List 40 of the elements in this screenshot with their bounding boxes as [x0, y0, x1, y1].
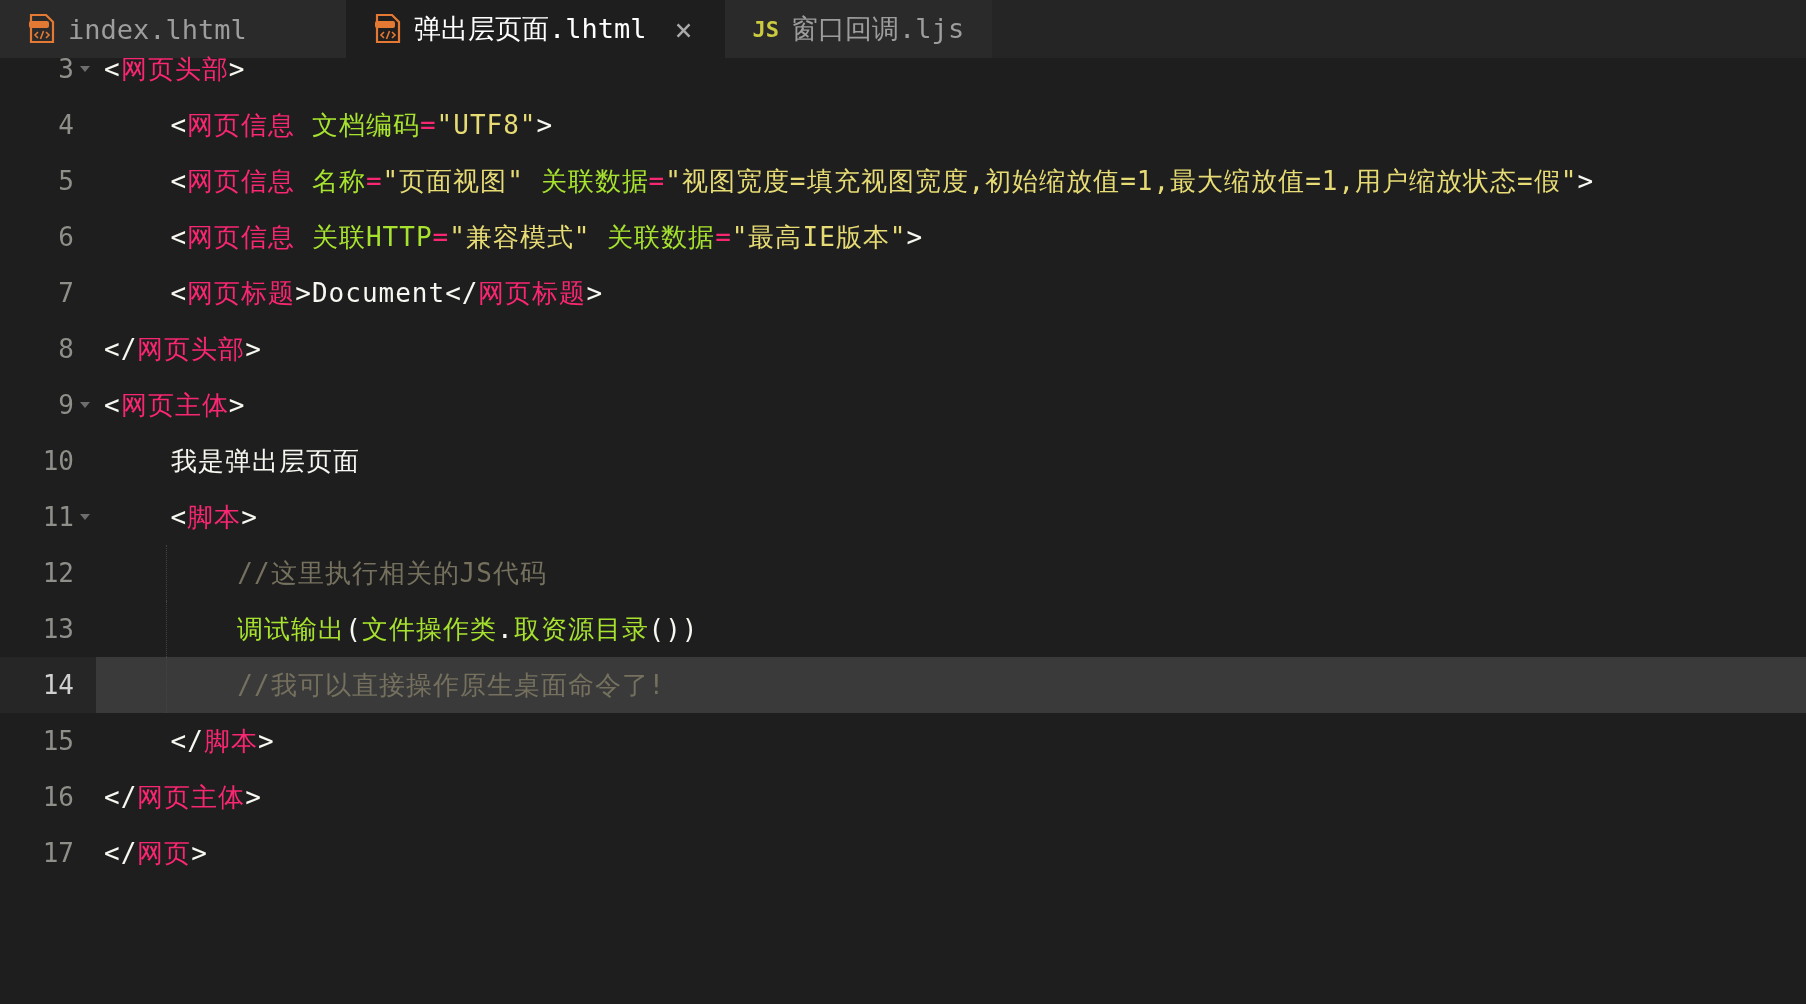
line-number: 11	[42, 502, 74, 532]
tab-label: index.lhtml	[68, 13, 247, 45]
code-line: <网页标题>Document</网页标题>	[169, 276, 604, 310]
code-line: <网页主体>	[104, 388, 246, 422]
file-type-label: JS	[752, 16, 780, 42]
code-line: </脚本>	[169, 724, 275, 758]
tab-label: 窗口回调.ljs	[791, 12, 965, 46]
code-comment: //我可以直接操作原生桌面命令了!	[236, 668, 666, 702]
fold-caret-icon[interactable]	[80, 66, 90, 72]
fold-caret-icon[interactable]	[80, 402, 90, 408]
fold-caret-icon[interactable]	[80, 514, 90, 520]
close-button[interactable]: ×	[670, 11, 697, 47]
line-number: 9	[58, 390, 74, 420]
code-line: 我是弹出层页面	[169, 444, 360, 478]
line-number: 15	[42, 726, 74, 756]
code-line: </网页>	[104, 836, 208, 870]
file-tab[interactable]: 弹出层页面.lhtml ×	[346, 0, 725, 58]
line-number: 13	[42, 614, 74, 644]
line-number: 16	[42, 782, 74, 812]
code-line: <网页信息 名称="页面视图" 关联数据="视图宽度=填充视图宽度,初始缩放值=1,最大缩放值=1,用户缩放状态=假">	[169, 164, 1595, 198]
line-number: 14	[42, 670, 74, 700]
html-file-icon	[374, 14, 402, 44]
code-comment: //这里执行相关的JS代码	[236, 556, 547, 590]
line-number: 7	[58, 278, 74, 308]
line-number: 5	[58, 166, 74, 196]
line-number: 6	[58, 222, 74, 252]
line-number: 17	[42, 838, 74, 868]
code-line: <脚本>	[169, 500, 258, 534]
code-line: <网页信息 关联HTTP="兼容模式" 关联数据="最高IE版本">	[169, 220, 924, 254]
tab-label: 弹出层页面.lhtml	[414, 12, 647, 46]
line-number: 12	[42, 558, 74, 588]
file-tab[interactable]: JS 窗口回调.ljs	[724, 0, 993, 58]
code-line: <网页信息 文档编码="UTF8">	[169, 108, 554, 142]
line-number: 10	[42, 446, 74, 476]
html-file-icon	[28, 14, 56, 44]
code-line: </网页头部>	[104, 332, 262, 366]
line-number: 4	[58, 110, 74, 140]
code-line: </网页主体>	[104, 780, 262, 814]
code-line: 调试输出(文件操作类.取资源目录())	[236, 612, 699, 646]
line-number: 8	[58, 334, 74, 364]
